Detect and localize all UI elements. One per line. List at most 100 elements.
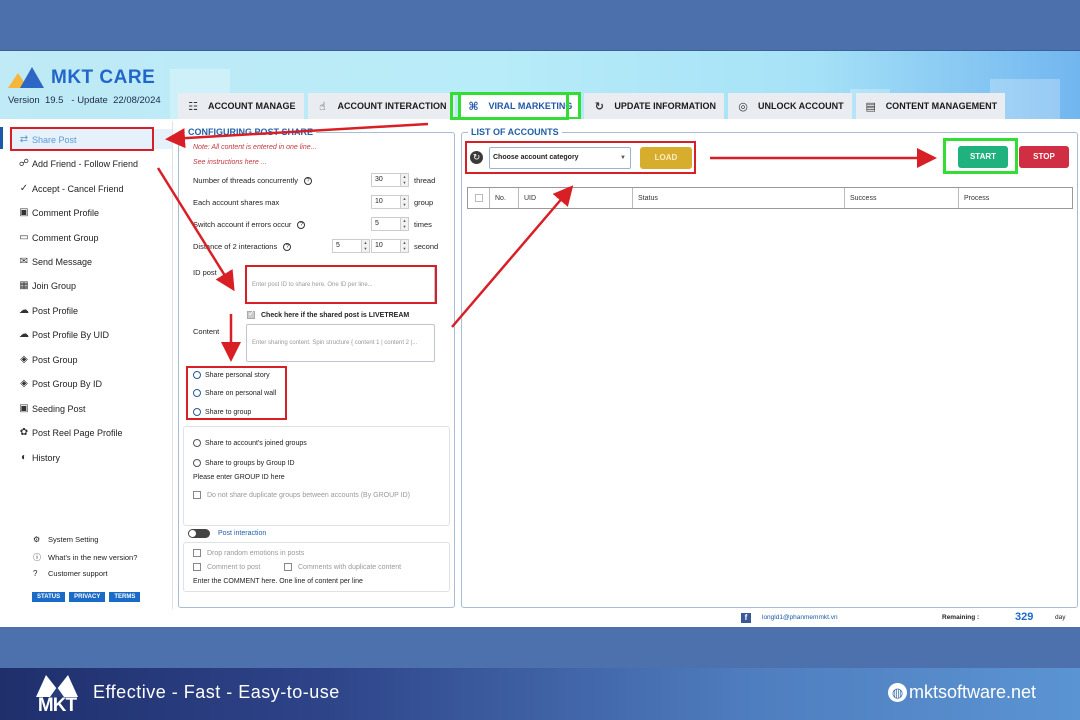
whats-new-link[interactable]: ⓘ What's in the new version?	[33, 552, 137, 563]
switch-errors-label: Switch account if errors occur?	[193, 220, 306, 229]
threads-unit: thread	[414, 176, 436, 185]
stepper-arrows-icon[interactable]: ▲ ▼	[400, 240, 408, 252]
footer-badges: STATUS PRIVACY TERMS	[32, 592, 141, 602]
remaining-label: Remaining :	[942, 614, 980, 621]
stepper-arrows-icon[interactable]: ▲ ▼	[400, 218, 408, 230]
sidebar-item-accept-cancel-friend[interactable]: ✓ Accept - Cancel Friend	[18, 183, 124, 194]
checkbox-icon	[193, 549, 201, 557]
group-id-hint: Please enter GROUP ID here	[193, 474, 285, 481]
instructions-link[interactable]: See instructions here ...	[193, 159, 267, 166]
share-by-group-id-radio[interactable]: Share to groups by Group ID	[193, 459, 295, 467]
update-date: 22/08/2024	[113, 95, 161, 106]
distance-label: Distance of 2 interactions?	[193, 242, 292, 251]
top-band	[0, 0, 1080, 51]
sidebar-item-seeding-post[interactable]: ▣ Seeding Post	[18, 403, 85, 414]
version-number: 19.5	[44, 95, 64, 106]
load-button[interactable]: LOAD	[640, 147, 692, 169]
document-icon: ▤	[865, 100, 876, 113]
mkt-logo-icon	[36, 675, 78, 697]
sidebar-item-post-group-by-id[interactable]: ◈ Post Group By ID	[18, 378, 102, 389]
stepper-arrows-icon[interactable]: ▲ ▼	[400, 196, 408, 208]
post-interaction-toggle[interactable]: Post interaction	[188, 529, 266, 538]
tab-account-manage[interactable]: ☷ ACCOUNT MANAGE	[178, 93, 304, 119]
message-icon: ✉	[19, 256, 29, 267]
status-badge-button[interactable]: STATUS	[32, 592, 66, 602]
sidebar-item-share-post[interactable]: ⇄ Share Post	[18, 134, 77, 145]
refresh-icon[interactable]: ↻	[470, 151, 483, 164]
id-post-input[interactable]: Enter post ID to share here. One ID per …	[246, 266, 435, 304]
sidebar-item-add-friend[interactable]: ☍ Add Friend - Follow Friend	[18, 158, 138, 169]
share-personal-story-radio[interactable]: Share personal story	[193, 371, 270, 379]
sidebar-item-post-reel-page-profile[interactable]: ✿ Post Reel Page Profile	[18, 427, 123, 438]
tab-viral-marketing[interactable]: ⌘ VIRAL MARKETING	[457, 92, 582, 119]
column-header-process[interactable]: Process	[959, 188, 1072, 208]
sidebar-item-post-group[interactable]: ◈ Post Group	[18, 354, 77, 365]
sidebar-item-post-profile[interactable]: ☁ Post Profile	[18, 305, 78, 316]
sidebar-active-marker	[0, 127, 3, 149]
website-link[interactable]: ◍ mktsoftware.net	[888, 682, 1036, 703]
livestream-checkbox[interactable]: Check here if the shared post is LIVETRE…	[247, 309, 409, 319]
stepper-arrows-icon[interactable]: ▲ ▼	[361, 240, 369, 252]
configuring-post-share-panel: CONFIGURING POST SHARE Note: All content…	[178, 127, 455, 608]
column-header-status[interactable]: Status	[633, 188, 845, 208]
switch-errors-stepper[interactable]: 5 ▲ ▼	[371, 217, 409, 231]
start-button[interactable]: START	[958, 146, 1008, 168]
accounts-table-header: No. UID Status Success Process	[467, 187, 1073, 209]
mkt-logo: MKT	[28, 671, 86, 717]
share-personal-wall-radio[interactable]: Share on personal wall	[193, 389, 276, 397]
app-header: MKT CARE Version 19.5 - Update 22/08/202…	[0, 51, 1080, 119]
radio-icon	[193, 408, 201, 416]
help-icon[interactable]: ?	[297, 220, 306, 229]
status-bar: f longld1@phanmemmkt.vn Remaining : 329 …	[0, 609, 1080, 627]
panel-title: CONFIGURING POST SHARE	[185, 127, 317, 137]
app-logo: MKT CARE	[8, 67, 155, 89]
sidebar-item-send-message[interactable]: ✉ Send Message	[18, 256, 92, 267]
stop-button[interactable]: STOP	[1019, 146, 1069, 168]
threads-stepper[interactable]: 30 ▲ ▼	[371, 173, 409, 187]
main-tabs: ☷ ACCOUNT MANAGE ☝ ACCOUNT INTERACTION ⌘…	[178, 92, 1009, 119]
shares-max-label: Each account shares max	[193, 198, 280, 207]
tab-account-interaction[interactable]: ☝ ACCOUNT INTERACTION	[307, 93, 455, 119]
promo-banner: MKT Effective - Fast - Easy-to-use ◍ mkt…	[0, 668, 1080, 720]
refresh-user-icon: ↻	[594, 100, 604, 113]
tab-content-management[interactable]: ▤ CONTENT MANAGEMENT	[855, 93, 1006, 119]
terms-badge-button[interactable]: TERMS	[109, 592, 141, 602]
duplicate-comments-checkbox[interactable]: Comments with duplicate content	[284, 563, 401, 571]
column-header-success[interactable]: Success	[845, 188, 959, 208]
comment-to-post-checkbox[interactable]: Comment to post	[193, 563, 260, 571]
history-icon: ◐	[20, 452, 28, 463]
select-all-checkbox[interactable]	[468, 188, 490, 208]
content-input[interactable]: Enter sharing content. Spin structure { …	[246, 324, 435, 362]
help-icon[interactable]: ?	[304, 176, 313, 185]
no-duplicate-groups-checkbox[interactable]: Do not share duplicate groups between ac…	[193, 491, 410, 499]
account-category-select[interactable]: Choose account category ▼	[489, 147, 631, 169]
column-header-no[interactable]: No.	[490, 188, 519, 208]
share-to-group-radio[interactable]: Share to group	[193, 408, 251, 416]
tab-update-information[interactable]: ↻ UPDATE INFORMATION	[584, 93, 725, 119]
checkbox-icon	[474, 194, 483, 202]
comment-icon: ▭	[19, 232, 29, 243]
help-icon: ?	[33, 569, 38, 578]
tab-unlock-account[interactable]: ◎ UNLOCK ACCOUNT	[728, 93, 852, 119]
sidebar-item-comment-profile[interactable]: ▣ Comment Profile	[18, 207, 99, 218]
add-friend-icon: ☍	[18, 158, 30, 169]
reel-icon: ✿	[19, 427, 29, 438]
drop-emotions-checkbox[interactable]: Drop random emotions in posts	[193, 549, 304, 557]
system-setting-link[interactable]: ⚙ System Setting	[33, 535, 98, 544]
distance-min-stepper[interactable]: 5 ▲ ▼	[332, 239, 370, 253]
note-text: Note: All content is entered in one line…	[193, 144, 317, 151]
sidebar-item-post-profile-by-uid[interactable]: ☁ Post Profile By UID	[18, 329, 109, 340]
sidebar-item-comment-group[interactable]: ▭ Comment Group	[18, 232, 98, 243]
cloud-upload-icon: ☁	[19, 329, 29, 340]
remaining-unit: day	[1055, 614, 1066, 621]
sidebar-item-join-group[interactable]: ▦ Join Group	[18, 280, 76, 291]
sidebar-item-history[interactable]: ◐ History	[18, 452, 60, 463]
distance-max-stepper[interactable]: 10 ▲ ▼	[371, 239, 409, 253]
stepper-arrows-icon[interactable]: ▲ ▼	[400, 174, 408, 186]
customer-support-link[interactable]: ? Customer support	[33, 569, 108, 578]
help-icon[interactable]: ?	[283, 242, 292, 251]
share-joined-groups-radio[interactable]: Share to account's joined groups	[193, 439, 307, 447]
privacy-badge-button[interactable]: PRIVACY	[69, 592, 106, 602]
column-header-uid[interactable]: UID	[519, 188, 633, 208]
shares-max-stepper[interactable]: 10 ▲ ▼	[371, 195, 409, 209]
